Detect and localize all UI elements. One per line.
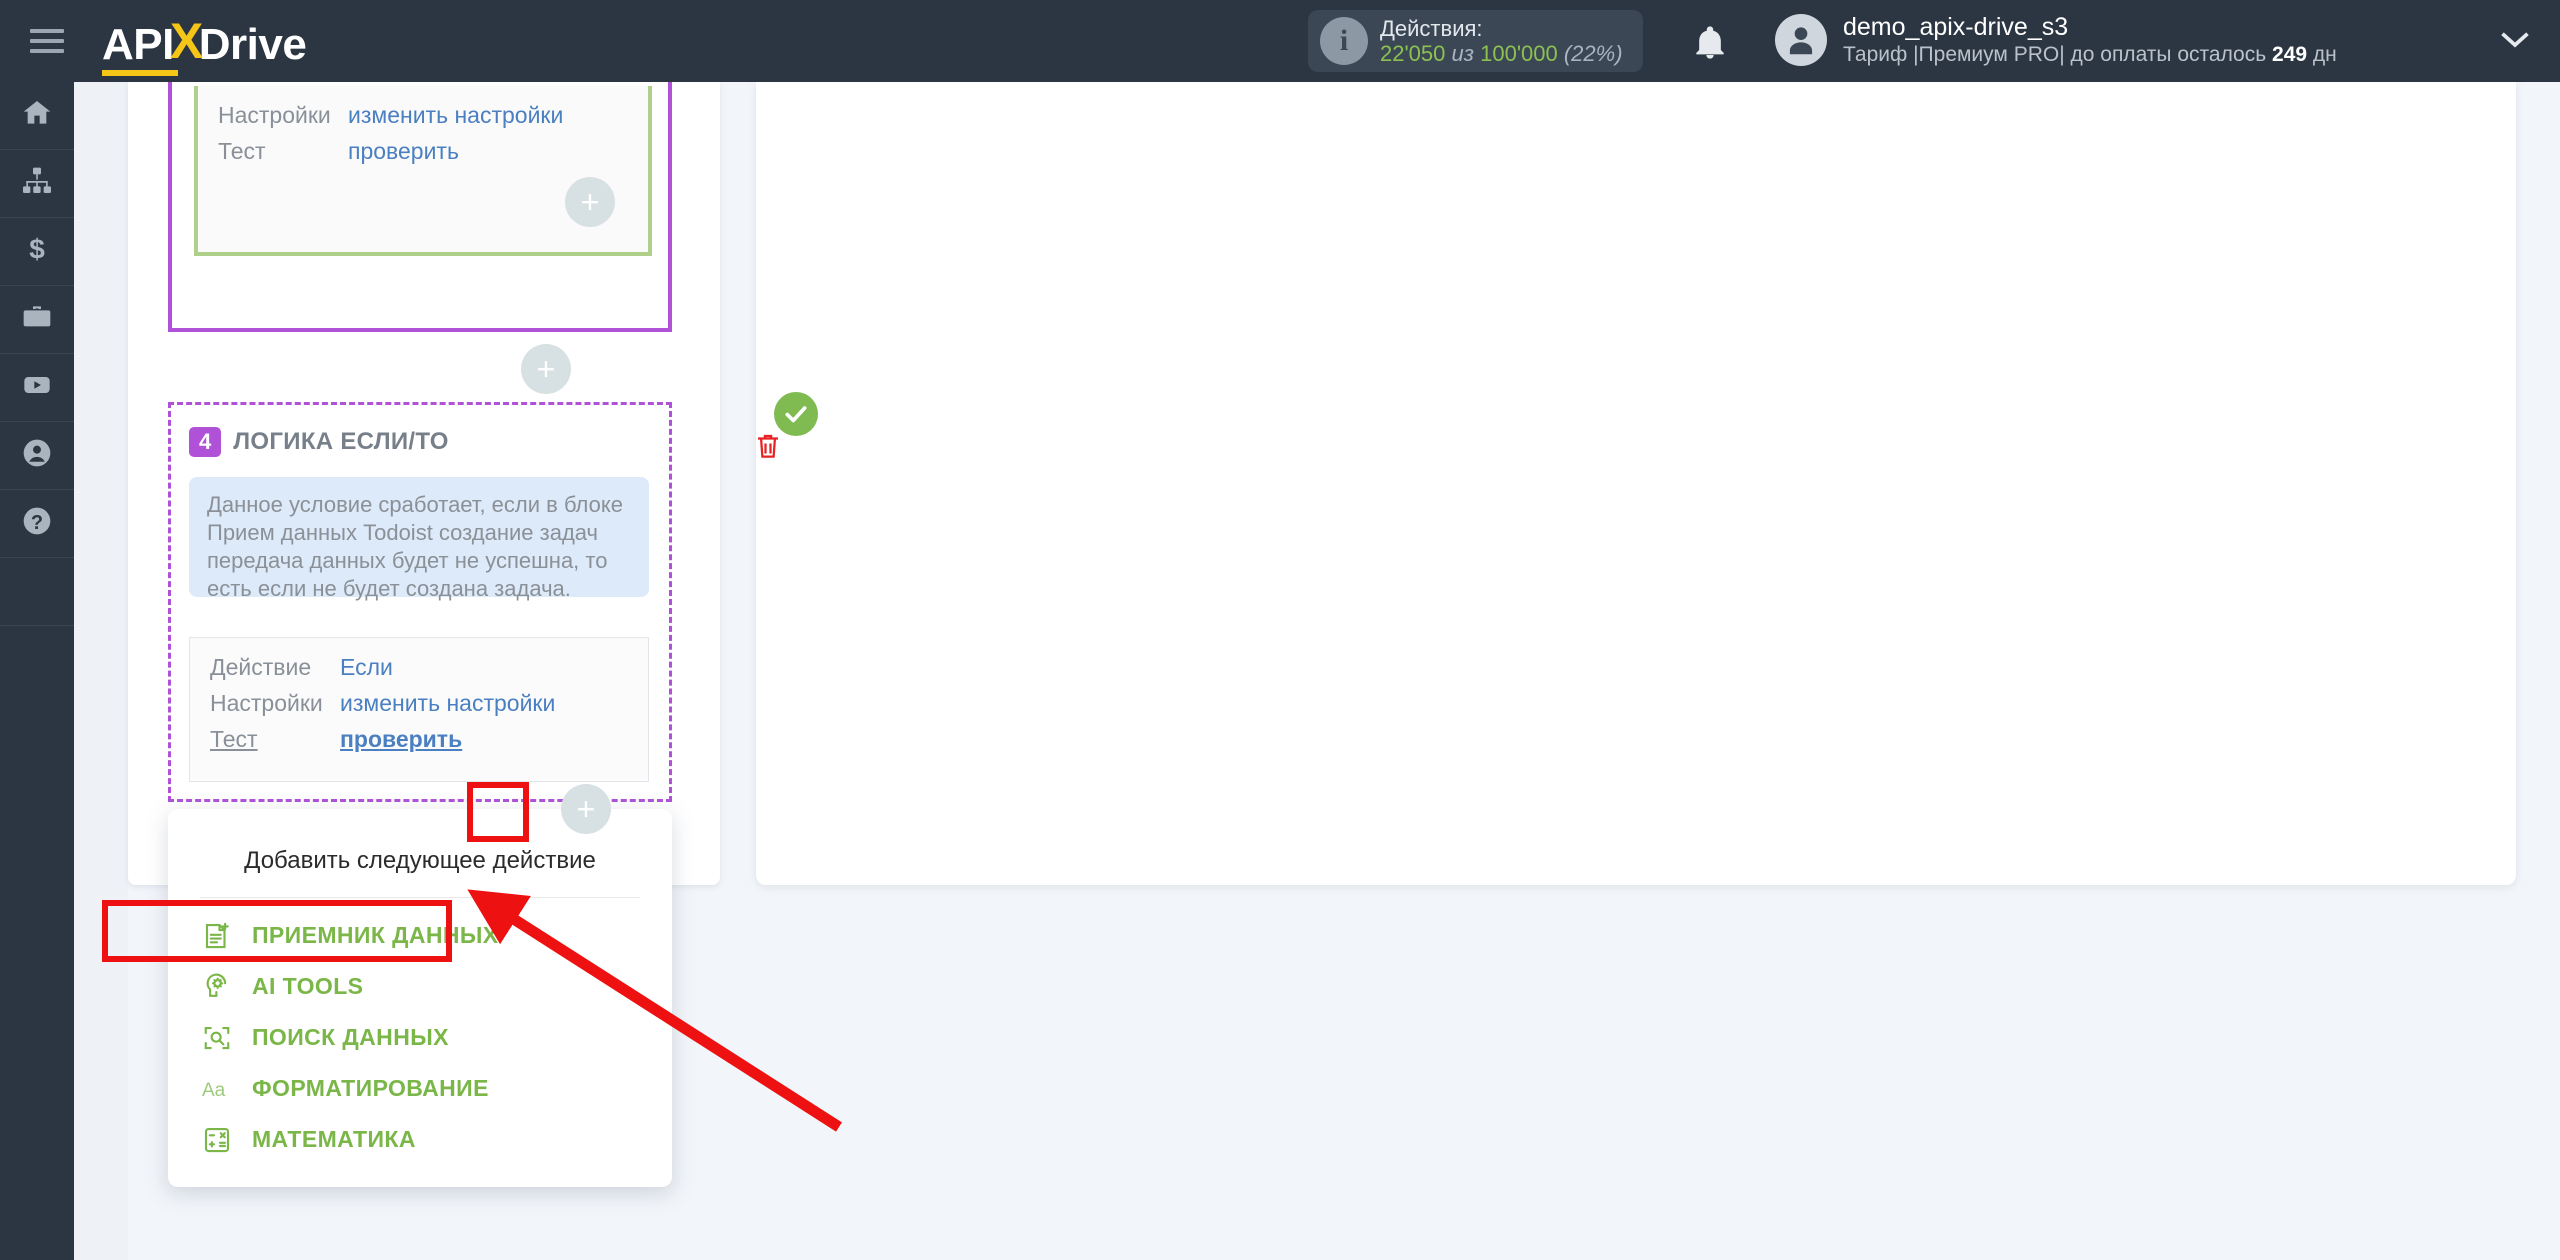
sidebar-item-extra[interactable] (0, 558, 74, 626)
svg-text:Aa: Aa (202, 1080, 226, 1101)
dropdown-list: ПРИЕМНИК ДАННЫХ AI TOOLS ПОИСК ДАННЫХ Aa… (168, 898, 672, 1165)
logo-x-text: X (169, 13, 203, 69)
svg-text:$: $ (29, 233, 45, 264)
actions-total: 100'000 (1480, 41, 1558, 66)
change-settings-link[interactable]: изменить настройки (340, 690, 628, 717)
left-icon-rail: $ ? (0, 82, 74, 1260)
dropdown-item-formatting[interactable]: Aa ФОРМАТИРОВАНИЕ (200, 1063, 672, 1114)
block-title: ЛОГИКА ЕСЛИ/ТО (233, 428, 449, 455)
add-next-action-plus-button[interactable] (561, 784, 611, 834)
avatar (1775, 13, 1827, 66)
sidebar-item-help[interactable]: ? (0, 490, 74, 558)
hamburger-icon[interactable] (10, 29, 84, 53)
change-settings-link[interactable]: изменить настройки (348, 102, 628, 129)
notifications-bell-icon[interactable] (1690, 22, 1730, 62)
detail-panel (756, 82, 2516, 885)
sidebar-item-connections[interactable] (0, 150, 74, 218)
sidebar-item-profile[interactable] (0, 422, 74, 490)
user-plan-info: Тариф |Премиум PRO| до оплаты осталось 2… (1843, 42, 2337, 67)
data-search-icon (200, 1022, 234, 1054)
row-key-test: Тест (210, 726, 258, 752)
sidebar-item-home[interactable] (0, 82, 74, 150)
dropdown-item-label: ПОИСК ДАННЫХ (252, 1024, 449, 1050)
workflow-block-4[interactable]: 4 ЛОГИКА ЕСЛИ/ТО Данное условие сработае… (168, 402, 672, 802)
row-key-action: Действие (210, 654, 312, 680)
trash-icon[interactable] (753, 430, 783, 467)
plan-prefix: Тариф |Премиум PRO| до оплаты осталось (1843, 43, 2273, 66)
hamburger-line (30, 39, 64, 43)
dropdown-item-label: ПРИЕМНИК ДАННЫХ (252, 922, 499, 948)
plan-suffix: дн (2307, 43, 2337, 66)
user-account-menu[interactable]: demo_apix-drive_s3 Тариф |Премиум PRO| д… (1775, 12, 2337, 67)
previous-block-card: Настройки изменить настройки Тест провер… (194, 86, 652, 256)
logo-drive-text: Drive (198, 20, 307, 69)
block-4-settings-card: Действие Если Настройки изменить настрой… (189, 637, 649, 782)
dropdown-item-data-receiver[interactable]: ПРИЕМНИК ДАННЫХ (200, 910, 672, 961)
hamburger-line (30, 29, 64, 33)
row-key: Тест (218, 138, 266, 164)
home-icon (21, 97, 53, 134)
block-4-header: 4 ЛОГИКА ЕСЛИ/ТО (171, 405, 669, 457)
previous-block-settings-table: Настройки изменить настройки Тест провер… (198, 86, 648, 181)
formatting-icon: Aa (200, 1074, 234, 1104)
dropdown-item-ai-tools[interactable]: AI TOOLS (200, 961, 672, 1012)
block-4-description: Данное условие сработает, если в блоке П… (189, 477, 649, 601)
math-icon (200, 1124, 234, 1156)
actions-separator: из (1451, 41, 1474, 66)
chevron-down-icon[interactable] (2500, 30, 2530, 55)
data-receiver-icon (200, 920, 234, 952)
top-header-bar: API X Drive i Действия: 22'050 из 100'00… (0, 0, 2560, 82)
youtube-icon (21, 369, 53, 406)
actions-used: 22'050 (1380, 41, 1446, 66)
hamburger-line (30, 49, 64, 53)
block-4-settings-table: Действие Если Настройки изменить настрой… (190, 638, 648, 769)
sidebar-item-billing[interactable]: $ (0, 218, 74, 286)
dropdown-item-math[interactable]: МАТЕМАТИКА (200, 1114, 672, 1165)
help-icon: ? (21, 505, 53, 542)
dropdown-item-label: МАТЕМАТИКА (252, 1126, 416, 1152)
actions-quota-pill[interactable]: i Действия: 22'050 из 100'000 (22%) (1308, 10, 1643, 72)
sidebar-item-video[interactable] (0, 354, 74, 422)
add-action-plus-button[interactable] (565, 177, 615, 227)
page-content: Настройки изменить настройки Тест провер… (74, 2, 2560, 1260)
plan-days: 249 (2272, 43, 2308, 66)
sidebar-item-business[interactable] (0, 286, 74, 354)
test-link[interactable]: проверить (348, 138, 628, 165)
actions-label: Действия: (1380, 15, 1483, 41)
apix-drive-logo[interactable]: API X Drive (102, 12, 307, 76)
actions-percent: (22%) (1563, 41, 1623, 66)
svg-text:?: ? (31, 512, 43, 534)
briefcase-icon (21, 301, 53, 338)
add-next-action-dropdown: Добавить следующее действие ПРИЕМНИК ДАН… (168, 784, 672, 1187)
dropdown-item-label: AI TOOLS (252, 973, 364, 999)
ai-tools-icon (200, 971, 234, 1003)
add-action-plus-button-middle[interactable] (521, 344, 571, 394)
test-link[interactable]: проверить (340, 726, 628, 753)
action-value: Если (340, 654, 393, 680)
info-icon: i (1320, 17, 1368, 65)
workflow-column: Настройки изменить настройки Тест провер… (128, 2, 818, 1187)
connections-icon (21, 165, 53, 202)
dollar-icon: $ (21, 233, 53, 270)
user-icon (21, 437, 53, 474)
row-key: Настройки (218, 102, 331, 128)
left-gutter (74, 82, 128, 1260)
row-key-settings: Настройки (210, 690, 323, 716)
block-number-badge: 4 (189, 427, 222, 457)
dropdown-item-data-search[interactable]: ПОИСК ДАННЫХ (200, 1012, 672, 1063)
user-name: demo_apix-drive_s3 (1843, 13, 2069, 41)
dropdown-item-label: ФОРМАТИРОВАНИЕ (252, 1075, 489, 1101)
logo-api-text: API (102, 20, 178, 76)
